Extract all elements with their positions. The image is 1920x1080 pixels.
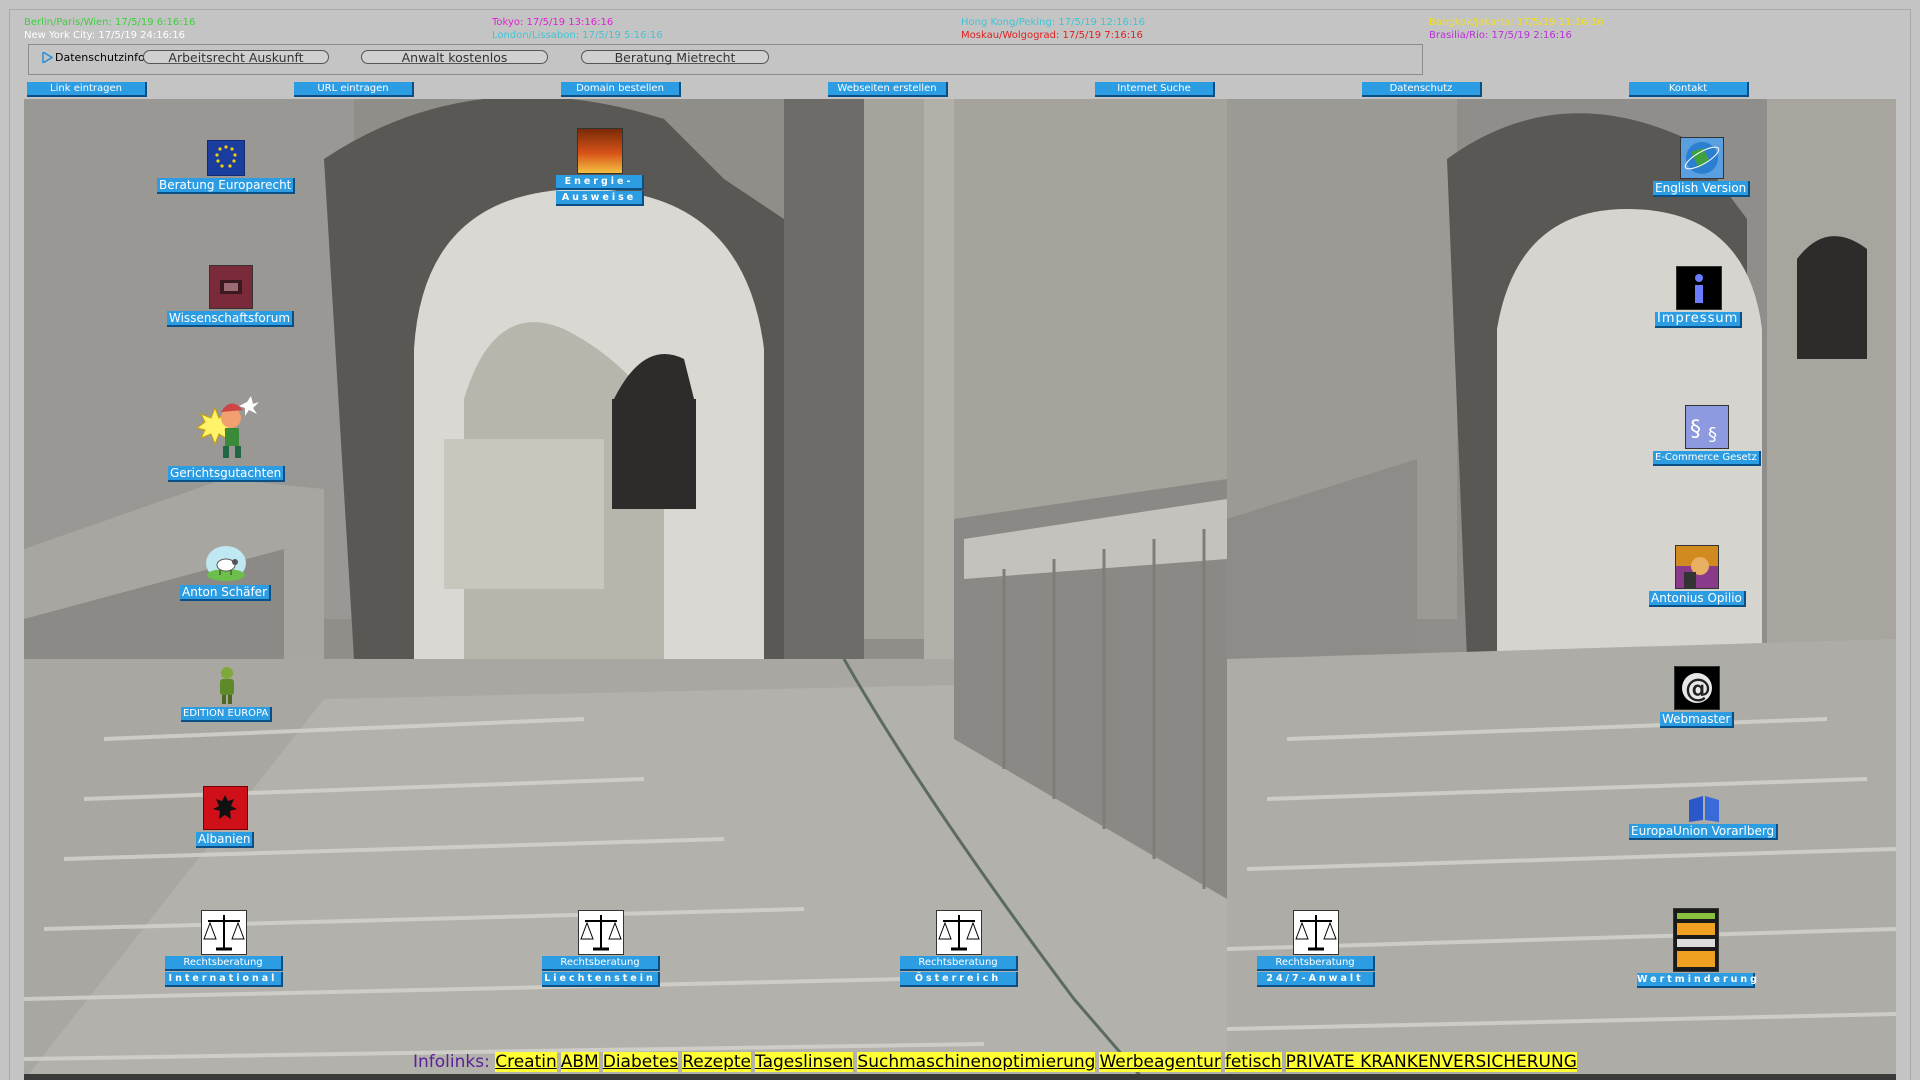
infolink-rezepte[interactable]: Rezepte (682, 1052, 752, 1072)
label-anton-schaefer: Anton Schäfer (180, 585, 271, 601)
label-edition-europa: EDITION EUROPA (181, 707, 273, 722)
infolink-private-krankenversicherung[interactable]: PRIVATE KRANKENVERSICHERUNG (1285, 1052, 1577, 1072)
nav-datenschutz[interactable]: Datenschutz (1362, 82, 1482, 97)
at-sign-icon: @ (1674, 666, 1721, 710)
label-e-commerce-gesetz: E-Commerce Gesetz (1653, 451, 1761, 466)
label-albanien: Albanien (196, 832, 255, 848)
link-energie-ausweise[interactable]: Energie- Ausweise (556, 128, 644, 206)
infolink-diabetes[interactable]: Diabetes (602, 1052, 679, 1072)
eu-flag-icon (207, 140, 246, 176)
infolink-fetisch[interactable]: fetisch (1224, 1052, 1282, 1072)
label-webmaster: Webmaster (1660, 712, 1735, 728)
ad-pill-anwalt[interactable]: Anwalt kostenlos (361, 50, 548, 64)
clock-moskau: Moskau/Wolgograd: 17/5/19 7:16:16 (961, 30, 1143, 41)
label-wertminderung: Wertminderung (1637, 973, 1757, 988)
link-wertminderung[interactable]: Wertminderung (1637, 908, 1757, 988)
infolinks-bar: Infolinks: Creatin ABM Diabetes Rezepte Tage… (413, 1052, 1581, 1072)
clock-bangkok: Bangkok/Jakarta: 17/5/19 11:16:16 (1429, 17, 1604, 28)
link-gerichtsgutachten[interactable]: Gerichtsgutachten (168, 388, 286, 482)
scales-icon (936, 910, 982, 955)
link-wissenschaftsforum[interactable]: Wissenschaftsforum (167, 265, 295, 327)
ad-pill-mietrecht[interactable]: Beratung Mietrecht (581, 50, 769, 64)
ad-pill-arbeitsrecht[interactable]: Arbeitsrecht Auskunft (143, 50, 329, 64)
bottom-band (24, 1074, 1896, 1080)
label-rechtsberatung-liechtenstein-top: Rechtsberatung (542, 956, 660, 971)
privacy-info-link[interactable]: Datenschutzinfo (42, 51, 145, 64)
sheep-icon (204, 545, 248, 583)
label-rechtsberatung-oesterreich-top: Rechtsberatung (900, 956, 1018, 971)
link-anton-schaefer[interactable]: Anton Schäfer (180, 545, 271, 601)
svg-text:§: § (1690, 417, 1701, 442)
link-antonius-opilio[interactable]: Antonius Opilio (1649, 545, 1746, 607)
infolink-tageslinsen[interactable]: Tageslinsen (755, 1052, 854, 1072)
scales-icon (201, 910, 247, 955)
nav-link-eintragen[interactable]: Link eintragen (27, 82, 147, 97)
cartoon-figure-icon (187, 388, 267, 464)
nav-domain-bestellen[interactable]: Domain bestellen (561, 82, 681, 97)
albania-flag-icon (202, 786, 248, 830)
link-english-version[interactable]: English Version (1653, 137, 1751, 197)
link-rechtsberatung-liechtenstein[interactable]: Rechtsberatung Liechtenstein (542, 910, 660, 987)
link-webmaster[interactable]: @ Webmaster (1660, 666, 1735, 728)
infolink-creatin[interactable]: Creatin (495, 1052, 557, 1072)
link-e-commerce-gesetz[interactable]: § § E-Commerce Gesetz (1653, 405, 1761, 466)
scales-icon (1293, 910, 1339, 955)
paragraph-icon: § § (1684, 405, 1729, 449)
label-rechtsberatung-liechtenstein-bottom: Liechtenstein (542, 972, 660, 987)
label-wissenschaftsforum: Wissenschaftsforum (167, 311, 295, 327)
link-rechtsberatung-247-anwalt[interactable]: Rechtsberatung 24/7-Anwalt (1257, 910, 1375, 987)
infolink-suchmaschinenoptimierung[interactable]: Suchmaschinenoptimierung (857, 1052, 1096, 1072)
forum-icon (208, 265, 253, 309)
nav-webseiten-erstellen[interactable]: Webseiten erstellen (828, 82, 948, 97)
play-icon (42, 52, 53, 63)
globe-icon (1679, 137, 1724, 179)
portrait-icon (1675, 545, 1720, 589)
clock-new-york: New York City: 17/5/19 24:16:16 (24, 30, 186, 41)
scales-icon (578, 910, 624, 955)
clock-london: London/Lissabon: 17/5/19 5:16:16 (492, 30, 663, 41)
link-rechtsberatung-international[interactable]: Rechtsberatung International (165, 910, 283, 987)
infolink-abm[interactable]: ABM (560, 1052, 599, 1072)
link-albanien[interactable]: Albanien (196, 786, 255, 848)
nav-url-eintragen[interactable]: URL eintragen (294, 82, 414, 97)
infolinks-prefix: Infolinks: (413, 1052, 490, 1072)
clock-berlin: Berlin/Paris/Wien: 17/5/19 6:16:16 (24, 17, 196, 28)
nav-kontakt[interactable]: Kontakt (1629, 82, 1749, 97)
link-edition-europa[interactable]: EDITION EUROPA (181, 665, 273, 722)
link-beratung-europarecht[interactable]: Beratung Europarecht (157, 140, 296, 194)
book-icon (1687, 794, 1721, 824)
label-beratung-europarecht: Beratung Europarecht (157, 178, 296, 194)
label-energie-line2: Ausweise (556, 191, 644, 206)
label-europaunion-vorarlberg: EuropaUnion Vorarlberg (1629, 824, 1779, 840)
label-rechtsberatung-international-bottom: International (165, 972, 283, 987)
privacy-info-label: Datenschutzinfo (55, 51, 145, 64)
label-gerichtsgutachten: Gerichtsgutachten (168, 466, 286, 482)
link-rechtsberatung-oesterreich[interactable]: Rechtsberatung Österreich (900, 910, 1018, 987)
info-icon (1675, 266, 1722, 310)
link-impressum[interactable]: Impressum (1655, 266, 1743, 328)
label-rechtsberatung-247-bottom: 24/7-Anwalt (1257, 972, 1375, 987)
clock-brasilia: Brasilia/Rio: 17/5/19 2:16:16 (1429, 30, 1572, 41)
book-cover-icon (1673, 908, 1719, 972)
infolink-werbeagentur[interactable]: Werbeagentur (1099, 1052, 1221, 1072)
energy-icon (577, 128, 623, 174)
label-rechtsberatung-247-top: Rechtsberatung (1257, 956, 1375, 971)
clock-hong-kong: Hong Kong/Peking: 17/5/19 12:16:16 (961, 17, 1146, 28)
nav-internet-suche[interactable]: Internet Suche (1095, 82, 1215, 97)
label-antonius-opilio: Antonius Opilio (1649, 591, 1746, 607)
label-rechtsberatung-international-top: Rechtsberatung (165, 956, 283, 971)
svg-text:@: @ (1685, 674, 1711, 704)
svg-text:§: § (1708, 424, 1717, 445)
figure-icon (212, 665, 242, 705)
label-energie-line1: Energie- (556, 175, 644, 190)
link-europaunion-vorarlberg[interactable]: EuropaUnion Vorarlberg (1629, 794, 1779, 840)
label-english-version: English Version (1653, 181, 1751, 197)
label-impressum: Impressum (1655, 312, 1743, 328)
clock-tokyo: Tokyo: 17/5/19 13:16:16 (492, 17, 614, 28)
label-rechtsberatung-oesterreich-bottom: Österreich (900, 972, 1018, 987)
